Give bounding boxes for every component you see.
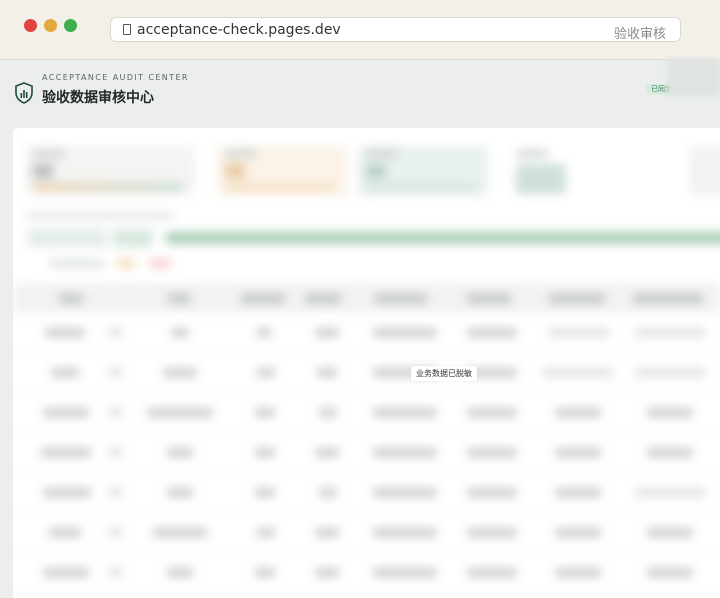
table-row[interactable] bbox=[13, 513, 720, 553]
lock-icon bbox=[123, 24, 131, 35]
table-row[interactable] bbox=[13, 433, 720, 473]
summary-card bbox=[358, 146, 488, 196]
table-row[interactable] bbox=[13, 353, 720, 393]
content-panel bbox=[13, 128, 720, 598]
browser-chrome: acceptance-check.pages.dev 验收审核 bbox=[0, 0, 720, 60]
close-window-button[interactable] bbox=[24, 19, 37, 32]
shield-chart-icon bbox=[15, 82, 33, 104]
tag-chip[interactable] bbox=[149, 259, 171, 268]
tag-chip[interactable] bbox=[49, 259, 105, 268]
app-header: ACCEPTANCE AUDIT CENTER 验收数据审核中心 已同步 bbox=[0, 60, 720, 122]
stats-line bbox=[25, 212, 175, 219]
header-user-area bbox=[667, 58, 720, 96]
summary-card bbox=[689, 146, 720, 196]
summary-card bbox=[508, 146, 668, 196]
table-header bbox=[13, 283, 720, 313]
table-row[interactable] bbox=[13, 313, 720, 353]
app-subtitle: ACCEPTANCE AUDIT CENTER bbox=[42, 73, 189, 82]
page-tab-title: 验收审核 bbox=[613, 27, 666, 42]
filter-chip[interactable] bbox=[113, 229, 153, 247]
maximize-window-button[interactable] bbox=[64, 19, 77, 32]
tag-chip[interactable] bbox=[117, 259, 135, 268]
summary-card bbox=[25, 146, 195, 196]
url-text: acceptance-check.pages.dev bbox=[137, 22, 341, 38]
table-row[interactable] bbox=[13, 553, 720, 593]
address-bar[interactable]: acceptance-check.pages.dev 验收审核 bbox=[110, 17, 681, 42]
page-title: 验收数据审核中心 bbox=[42, 90, 154, 106]
redaction-notice: 业务数据已脱敏 bbox=[411, 366, 477, 381]
filter-bar[interactable] bbox=[165, 232, 720, 244]
minimize-window-button[interactable] bbox=[44, 19, 57, 32]
blurred-content bbox=[13, 128, 720, 598]
summary-card bbox=[217, 146, 347, 196]
table-row[interactable] bbox=[13, 393, 720, 433]
table-row[interactable] bbox=[13, 473, 720, 513]
filter-chip[interactable] bbox=[27, 229, 107, 247]
